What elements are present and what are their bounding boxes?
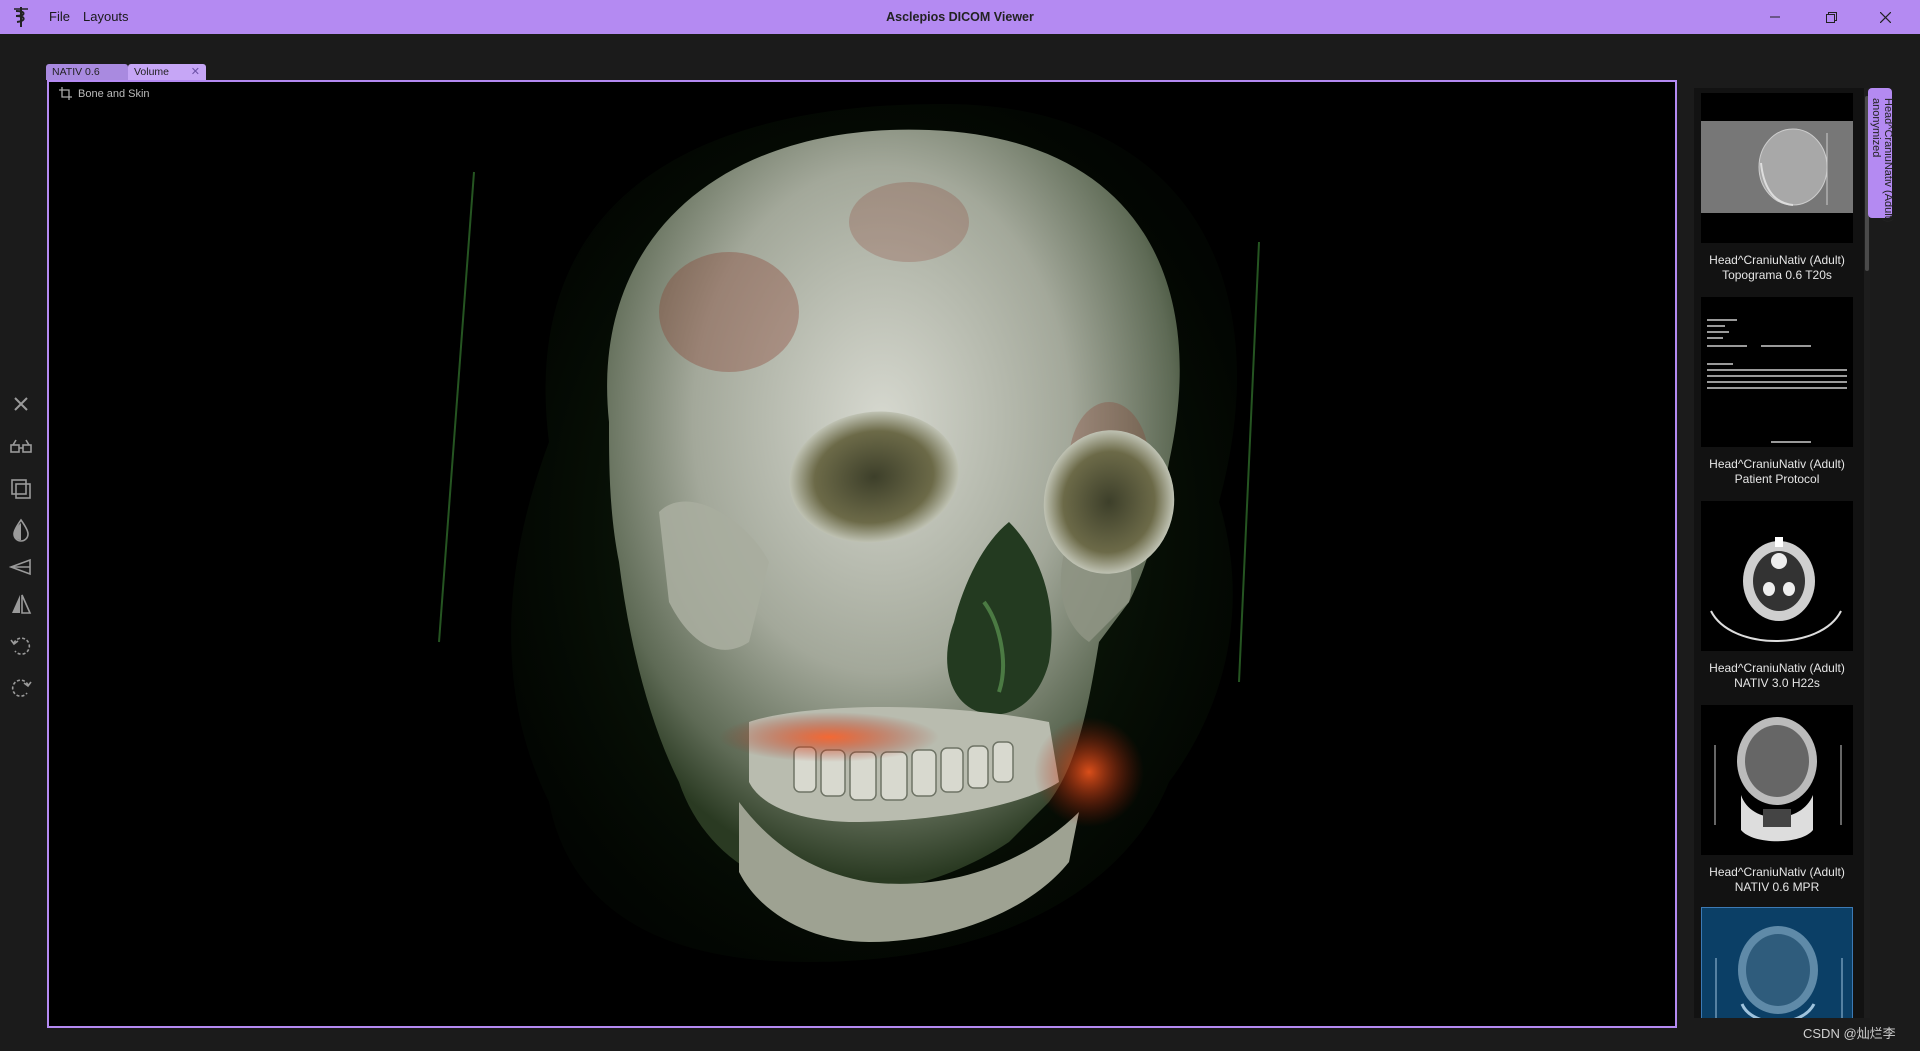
series-caption: Head^CraniuNativ (Adult) Patient Protoco…	[1701, 457, 1853, 487]
series-item-axial[interactable]: Head^CraniuNativ (Adult) NATIV 3.0 H22s	[1701, 501, 1853, 691]
series-panel[interactable]: Head^CraniuNativ (Adult) Topograma 0.6 T…	[1694, 88, 1864, 1018]
series-thumbnail	[1701, 501, 1853, 651]
contrast-drop-icon[interactable]	[8, 517, 34, 543]
zoom-icon[interactable]	[8, 554, 34, 580]
layers-icon[interactable]	[8, 476, 34, 502]
series-caption: Head^CraniuNativ (Adult) NATIV 3.0 H22s	[1701, 661, 1853, 691]
series-thumbnail	[1701, 907, 1853, 1018]
window-title: Asclepios DICOM Viewer	[886, 10, 1034, 24]
preset-label: Bone and Skin	[59, 87, 150, 100]
series-thumbnail	[1701, 93, 1853, 243]
rotate-left-icon[interactable]	[8, 633, 34, 659]
patient-name: anonymized	[1870, 98, 1882, 158]
series-scrollbar[interactable]	[1864, 88, 1870, 1018]
series-caption: Head^CraniuNativ (Adult) NATIV 0.6 MPR	[1701, 865, 1853, 895]
crop-icon	[59, 87, 72, 100]
close-icon[interactable]	[1862, 0, 1908, 34]
series-description: Patient Protocol	[1734, 472, 1820, 486]
series-patient: Head^CraniuNativ (Adult)	[1709, 661, 1845, 675]
close-icon[interactable]	[8, 391, 34, 417]
series-patient: Head^CraniuNativ (Adult)	[1709, 253, 1845, 267]
series-caption: Head^CraniuNativ (Adult) Topograma 0.6 T…	[1701, 253, 1853, 283]
glasses-icon[interactable]	[8, 434, 34, 460]
tab-volume[interactable]: Volume ✕	[128, 64, 206, 80]
patient-study: Head^CraniuNativ (Adult)	[1882, 98, 1894, 223]
series-item-coronal[interactable]: Head^CraniuNativ (Adult) NATIV 0.6 MPR	[1701, 705, 1853, 895]
flip-icon[interactable]	[8, 591, 34, 617]
tab-close-icon[interactable]: ✕	[191, 64, 200, 80]
patient-tab-label: anonymized Head^CraniuNativ (Adult)	[1870, 98, 1894, 223]
series-item-selected[interactable]	[1701, 907, 1853, 1018]
tab-label: Volume	[134, 66, 170, 78]
series-thumbnail	[1701, 705, 1853, 855]
volume-viewport[interactable]: Bone and Skin	[47, 80, 1677, 1028]
series-description: NATIV 0.6 MPR	[1734, 880, 1820, 894]
title-bar: File Layouts Asclepios DICOM Viewer	[0, 0, 1920, 34]
series-description: NATIV 3.0 H22s	[1734, 676, 1820, 690]
series-patient: Head^CraniuNativ (Adult)	[1709, 865, 1845, 879]
series-patient: Head^CraniuNativ (Adult)	[1709, 457, 1845, 471]
preset-name: Bone and Skin	[78, 87, 150, 100]
rotate-right-icon[interactable]	[8, 675, 34, 701]
series-item-topogram[interactable]: Head^CraniuNativ (Adult) Topograma 0.6 T…	[1701, 93, 1853, 283]
series-description: Topograma 0.6 T20s	[1722, 268, 1832, 282]
restore-icon[interactable]	[1808, 0, 1854, 34]
tab-nativ-mpr[interactable]: NATIV 0.6 MPR	[46, 64, 128, 94]
series-item-protocol[interactable]: Head^CraniuNativ (Adult) Patient Protoco…	[1701, 297, 1853, 487]
minimize-icon[interactable]	[1752, 0, 1798, 34]
series-thumbnail	[1701, 297, 1853, 447]
skull-volume-render[interactable]	[49, 82, 1675, 1026]
watermark: CSDN @灿烂李	[1803, 1026, 1896, 1041]
